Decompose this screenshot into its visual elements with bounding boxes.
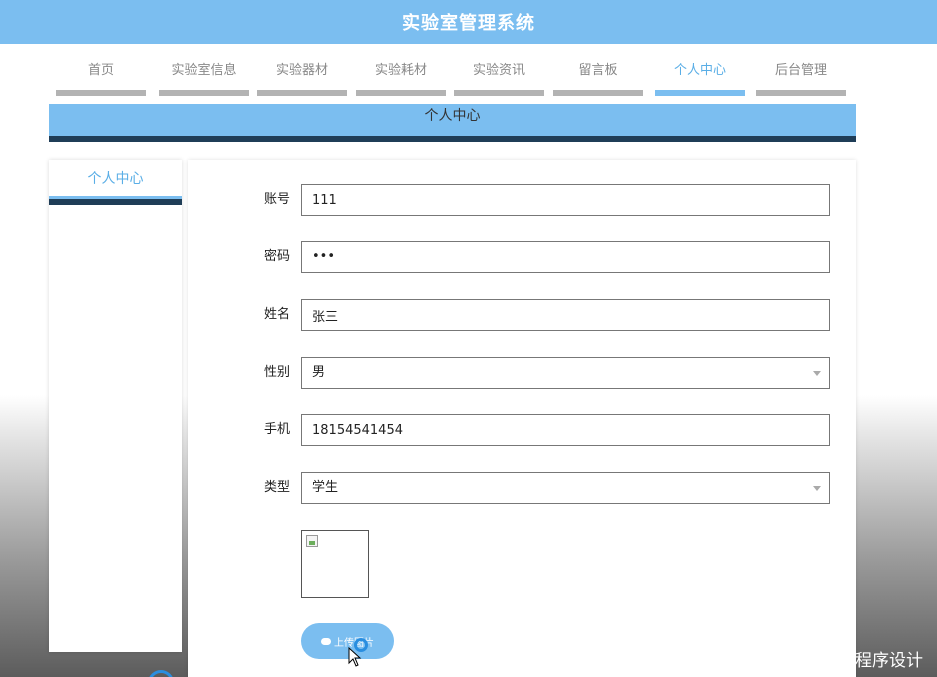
form-row-account: 账号 <box>188 184 856 216</box>
chevron-down-icon <box>813 371 821 376</box>
account-label: 账号 <box>263 192 290 207</box>
nav-item-equipment[interactable]: 实验器材 <box>257 60 347 96</box>
nav-item-consumables[interactable]: 实验耗材 <box>356 60 446 96</box>
sidebar-active-indicator <box>49 196 182 205</box>
nav-underline <box>257 90 347 96</box>
nav-item-label: 实验资讯 <box>472 63 525 78</box>
form-row-name: 姓名 <box>188 299 856 331</box>
nav-item-label: 实验器材 <box>275 63 328 78</box>
form-row-password: 密码 ••• <box>188 241 856 273</box>
password-input[interactable]: ••• <box>301 241 830 273</box>
nav-item-lab-info[interactable]: 实验室信息 <box>159 60 249 96</box>
nav-item-label: 后台管理 <box>774 63 827 78</box>
top-header: 实验室管理系统 <box>0 0 937 44</box>
nav-underline <box>553 90 643 96</box>
section-title: 个人中心 <box>424 108 481 124</box>
profile-form: 账号 密码 ••• 姓名 性别 男 手机 类型 学生 上传图片 <box>188 160 856 677</box>
name-label: 姓名 <box>263 307 290 322</box>
broken-image-icon <box>306 535 318 547</box>
type-label: 类型 <box>263 480 290 495</box>
nav-item-label: 实验耗材 <box>374 63 427 78</box>
form-row-gender: 性别 男 <box>188 357 856 389</box>
nav-underline <box>56 90 146 96</box>
password-label: 密码 <box>263 249 290 264</box>
name-input[interactable] <box>301 299 830 331</box>
avatar-preview <box>301 530 369 598</box>
nav-item-label: 实验室信息 <box>171 63 237 78</box>
chevron-down-icon <box>813 486 821 491</box>
nav-underline <box>356 90 446 96</box>
nav-underline <box>655 90 745 96</box>
gender-value: 男 <box>312 365 326 380</box>
form-row-type: 类型 学生 <box>188 472 856 504</box>
nav-item-home[interactable]: 首页 <box>56 60 146 96</box>
gender-label: 性别 <box>263 365 290 380</box>
nav-item-label: 留言板 <box>578 63 618 78</box>
nav-item-news[interactable]: 实验资讯 <box>454 60 544 96</box>
phone-label: 手机 <box>263 422 290 437</box>
nav-item-message-board[interactable]: 留言板 <box>553 60 643 96</box>
nav-underline <box>454 90 544 96</box>
nav-item-personal-center[interactable]: 个人中心 <box>655 60 745 96</box>
mouse-cursor-icon <box>348 647 362 667</box>
account-input[interactable] <box>301 184 830 216</box>
nav-item-admin[interactable]: 后台管理 <box>756 60 846 96</box>
app-title: 实验室管理系统 <box>402 13 535 34</box>
main-nav: 首页 实验室信息 实验器材 实验耗材 实验资讯 留言板 个人中心 后台管理 <box>56 60 856 96</box>
nav-item-label: 首页 <box>87 63 114 78</box>
phone-input[interactable] <box>301 414 830 446</box>
sidebar-item-label: 个人中心 <box>87 171 144 187</box>
type-value: 学生 <box>312 480 339 495</box>
cloud-upload-icon <box>321 637 331 645</box>
sidebar-item-personal-center[interactable]: 个人中心 <box>49 168 182 206</box>
watermark-text: CSDN @卓杰计算机程序设计 <box>699 651 923 671</box>
sidebar: 个人中心 <box>49 160 182 652</box>
nav-item-label: 个人中心 <box>673 63 726 78</box>
type-select[interactable]: 学生 <box>301 472 830 504</box>
section-banner: 个人中心 <box>49 104 856 142</box>
nav-underline <box>756 90 846 96</box>
gender-select[interactable]: 男 <box>301 357 830 389</box>
form-row-phone: 手机 <box>188 414 856 446</box>
nav-underline <box>159 90 249 96</box>
